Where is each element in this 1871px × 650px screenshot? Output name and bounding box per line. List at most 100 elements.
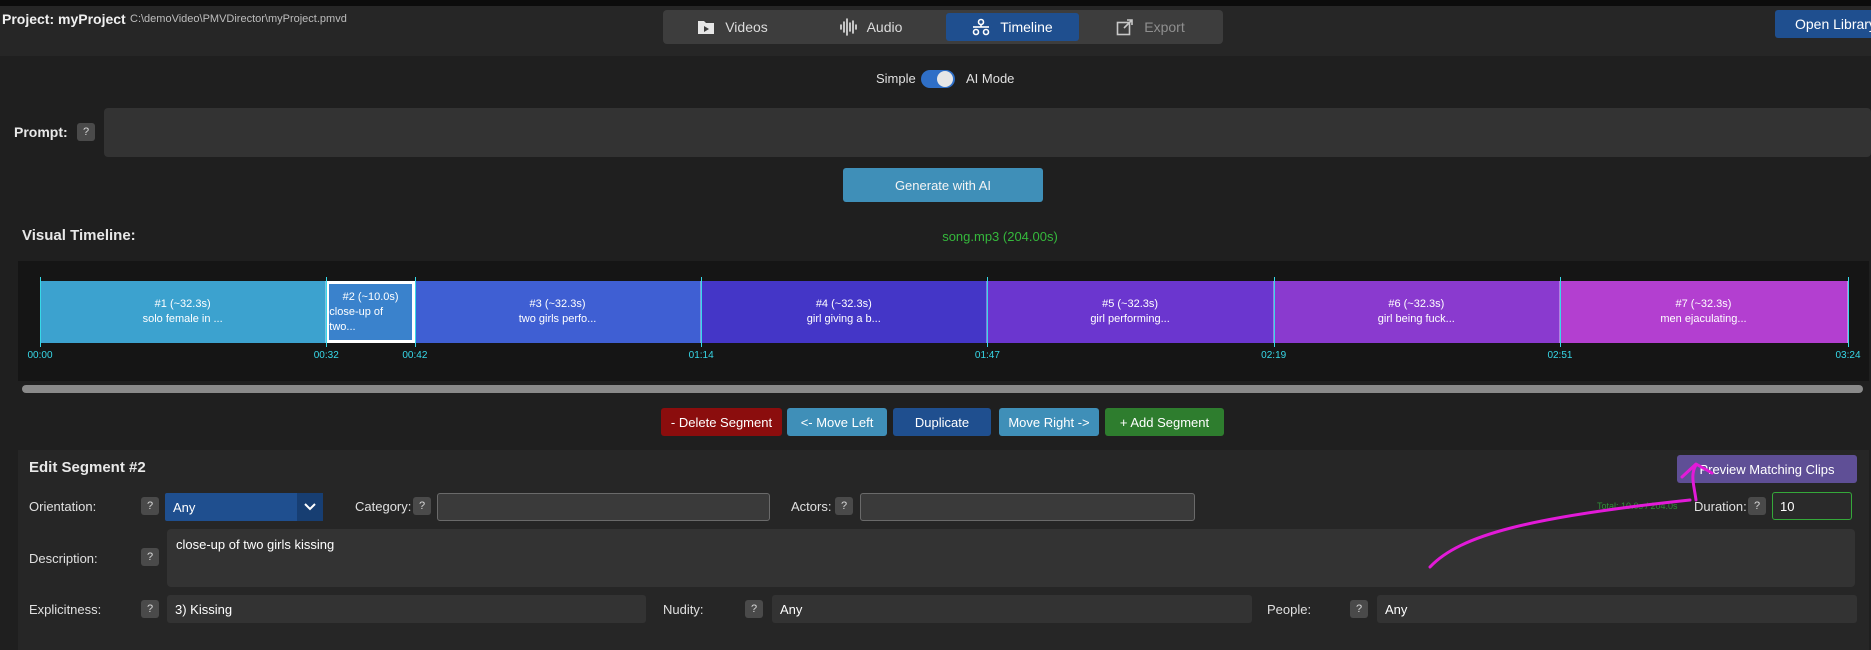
timeline-tick-label: 03:24 bbox=[1835, 350, 1861, 361]
nudity-select[interactable]: Any bbox=[772, 595, 1252, 623]
open-library-button[interactable]: Open Library bbox=[1775, 10, 1871, 38]
timeline-tick-line bbox=[1559, 277, 1561, 347]
category-help-button[interactable]: ? bbox=[413, 497, 431, 515]
timeline-tick-label: 01:14 bbox=[688, 350, 714, 361]
song-info: song.mp3 (204.00s) bbox=[942, 229, 1058, 244]
timeline-segment-7[interactable]: #7 (~32.3s) men ejaculating... bbox=[1559, 281, 1848, 343]
delete-segment-button[interactable]: - Delete Segment bbox=[661, 408, 782, 436]
timeline-segment-2[interactable]: #2 (~10.0s) close-up of two... bbox=[326, 281, 415, 343]
tab-export[interactable]: Export bbox=[1084, 13, 1217, 41]
duplicate-button[interactable]: Duplicate bbox=[893, 408, 991, 436]
segment-description: girl being fuck... bbox=[1377, 313, 1455, 325]
export-icon bbox=[1116, 19, 1134, 36]
move-right-button[interactable]: Move Right -> bbox=[999, 408, 1099, 436]
orientation-select[interactable]: Any bbox=[165, 493, 323, 521]
nudity-label: Nudity: bbox=[663, 602, 704, 617]
explicitness-label: Explicitness: bbox=[29, 602, 102, 617]
segment-description: girl performing... bbox=[1090, 313, 1170, 325]
ai-mode-toggle[interactable] bbox=[921, 70, 955, 88]
preview-matching-clips-button[interactable]: Preview Matching Clips bbox=[1677, 455, 1857, 483]
segment-description: men ejaculating... bbox=[1660, 313, 1747, 325]
timeline-scrollbar[interactable] bbox=[22, 385, 1863, 393]
timeline-segment-4[interactable]: #4 (~32.3s) girl giving a b... bbox=[701, 281, 988, 343]
timeline-tick-line bbox=[1848, 277, 1849, 347]
total-duration-text: Total: 10.0s / 204.0s bbox=[1597, 501, 1678, 511]
actors-help-button[interactable]: ? bbox=[835, 497, 853, 515]
segment-description: solo female in ... bbox=[142, 313, 223, 325]
timeline-segment-1[interactable]: #1 (~32.3s) solo female in ... bbox=[40, 281, 327, 343]
timeline-segments: #1 (~32.3s) solo female in ... #2 (~10.0s)… bbox=[40, 281, 1848, 343]
segment-description: girl giving a b... bbox=[806, 313, 881, 325]
description-label: Description: bbox=[29, 551, 98, 566]
waveform-icon bbox=[839, 18, 857, 36]
folder-play-icon bbox=[698, 21, 715, 34]
segment-title: #5 (~32.3s) bbox=[1102, 298, 1159, 310]
segment-title: #2 (~10.0s) bbox=[342, 290, 399, 303]
category-label: Category: bbox=[355, 499, 412, 514]
people-label: People: bbox=[1267, 602, 1312, 617]
prompt-input[interactable] bbox=[104, 108, 1871, 157]
timeline-tick-label: 00:00 bbox=[27, 350, 53, 361]
chevron-down-icon bbox=[297, 493, 323, 521]
timeline-tick-line bbox=[1273, 277, 1275, 347]
timeline-tick-line bbox=[40, 277, 41, 347]
edit-segment-title: Edit Segment #2 bbox=[29, 459, 146, 476]
description-help-button[interactable]: ? bbox=[141, 548, 159, 566]
timeline-icon bbox=[972, 18, 990, 36]
tab-audio-label: Audio bbox=[866, 19, 903, 35]
segment-title: #1 (~32.3s) bbox=[154, 298, 211, 310]
timeline-tick-label: 00:42 bbox=[402, 350, 428, 361]
prompt-label: Prompt: bbox=[14, 124, 68, 140]
timeline-tick-label: 02:19 bbox=[1261, 350, 1287, 361]
segment-title: #7 (~32.3s) bbox=[1675, 298, 1732, 310]
tab-timeline[interactable]: Timeline bbox=[946, 13, 1079, 41]
description-input[interactable]: close-up of two girls kissing bbox=[167, 529, 1855, 587]
prompt-help-button[interactable]: ? bbox=[77, 123, 95, 141]
actors-label: Actors: bbox=[791, 499, 832, 514]
project-title: Project: myProject bbox=[2, 11, 126, 27]
tab-audio[interactable]: Audio bbox=[804, 13, 937, 41]
segment-title: #4 (~32.3s) bbox=[815, 298, 872, 310]
duration-help-button[interactable]: ? bbox=[1748, 497, 1766, 515]
segment-title: #3 (~32.3s) bbox=[529, 298, 586, 310]
orientation-value: Any bbox=[173, 500, 196, 515]
tab-export-label: Export bbox=[1144, 19, 1185, 35]
timeline-tick-line bbox=[701, 277, 703, 347]
category-input[interactable] bbox=[437, 493, 770, 521]
people-help-button[interactable]: ? bbox=[1350, 600, 1368, 618]
project-path: C:\demoVideo\PMVDirector\myProject.pmvd bbox=[130, 13, 347, 25]
timeline-tick-line bbox=[414, 277, 416, 347]
timeline-segment-5[interactable]: #5 (~32.3s) girl performing... bbox=[987, 281, 1274, 343]
toggle-knob bbox=[937, 71, 953, 87]
timeline-tick-line bbox=[326, 277, 328, 347]
segment-title: #6 (~32.3s) bbox=[1388, 298, 1445, 310]
timeline-segment-3[interactable]: #3 (~32.3s) two girls perfo... bbox=[414, 281, 702, 343]
nudity-help-button[interactable]: ? bbox=[745, 600, 763, 618]
duration-input[interactable]: 10 bbox=[1772, 492, 1852, 520]
add-segment-button[interactable]: + Add Segment bbox=[1105, 408, 1224, 436]
timeline-segment-6[interactable]: #6 (~32.3s) girl being fuck... bbox=[1273, 281, 1560, 343]
duration-label: Duration: bbox=[1694, 499, 1747, 514]
orientation-label: Orientation: bbox=[29, 499, 97, 514]
tab-videos[interactable]: Videos bbox=[666, 13, 799, 41]
timeline-tick-line bbox=[987, 277, 989, 347]
move-left-button[interactable]: <- Move Left bbox=[787, 408, 887, 436]
generate-with-ai-button[interactable]: Generate with AI bbox=[843, 168, 1043, 202]
people-select[interactable]: Any bbox=[1377, 595, 1857, 623]
visual-timeline-label: Visual Timeline: bbox=[22, 227, 136, 244]
mode-ai-label: AI Mode bbox=[966, 71, 1015, 86]
tab-timeline-label: Timeline bbox=[1000, 19, 1053, 35]
timeline-tick-label: 02:51 bbox=[1547, 350, 1573, 361]
segment-description: close-up of two... bbox=[329, 305, 384, 333]
mode-switch-row: Simple AI Mode bbox=[0, 68, 1871, 92]
actors-input[interactable] bbox=[860, 493, 1195, 521]
main-tabs: Videos Audio Timeline Export bbox=[663, 10, 1223, 44]
timeline-tick-label: 00:32 bbox=[313, 350, 339, 361]
tab-videos-label: Videos bbox=[725, 19, 768, 35]
segment-description: two girls perfo... bbox=[518, 313, 597, 325]
orientation-help-button[interactable]: ? bbox=[141, 497, 159, 515]
mode-simple-label: Simple bbox=[876, 71, 916, 86]
explicitness-select[interactable]: 3) Kissing bbox=[167, 595, 646, 623]
timeline-tick-label: 01:47 bbox=[974, 350, 1000, 361]
explicitness-help-button[interactable]: ? bbox=[141, 600, 159, 618]
